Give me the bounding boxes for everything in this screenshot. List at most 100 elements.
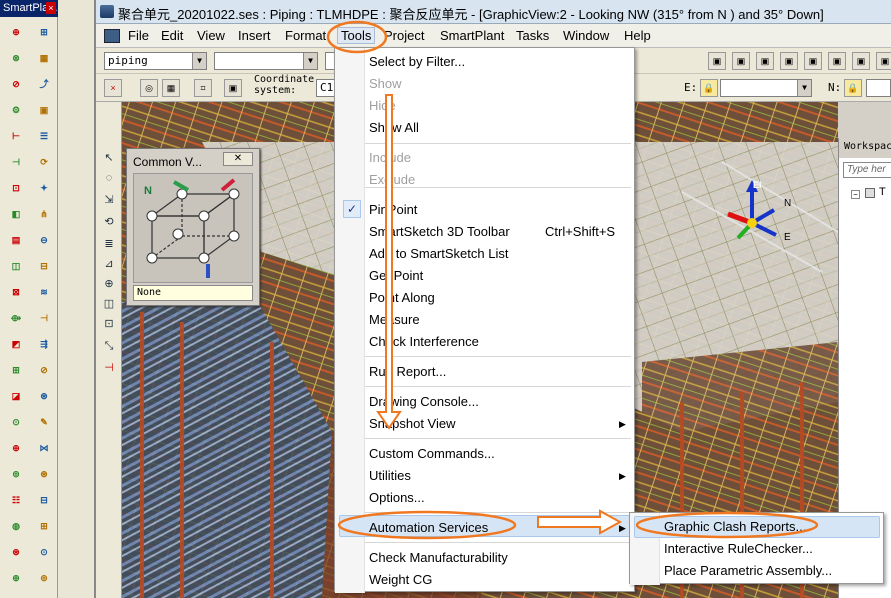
workspace-search-input[interactable]: Type her [843, 162, 891, 178]
menu-item-point-along[interactable]: Point Along [369, 290, 435, 305]
redo-icon[interactable]: ▣ [780, 52, 798, 70]
shape-tool-icon[interactable]: ◩ [4, 332, 28, 356]
support-tool-icon[interactable]: ◪ [4, 384, 28, 408]
paste-icon[interactable]: ▣ [732, 52, 750, 70]
close-icon[interactable]: ✕ [223, 152, 253, 166]
target-icon[interactable]: ◎ [140, 79, 158, 97]
menu-item-interactive-rulechecker[interactable]: Interactive RuleChecker... [664, 541, 813, 556]
ruler-icon[interactable]: ⊿ [99, 254, 119, 274]
lock-icon[interactable]: 🔒 [700, 79, 718, 97]
cross-tool-icon[interactable]: ⊠ [4, 280, 28, 304]
task-combo[interactable]: piping ▼ [104, 52, 207, 70]
lock-icon[interactable]: 🔒 [844, 79, 862, 97]
zoom-out-icon[interactable]: ▣ [852, 52, 870, 70]
menu-item-measure[interactable]: Measure [369, 312, 420, 327]
menu-item-drawing-console[interactable]: Drawing Console... [369, 394, 479, 409]
n-input[interactable] [866, 79, 891, 97]
zoom-area-icon[interactable]: ▣ [876, 52, 891, 70]
lasso-icon[interactable]: ◌ [99, 168, 119, 188]
menu-view[interactable]: View [197, 28, 225, 43]
valve2-tool-icon[interactable]: ◍ [4, 514, 28, 538]
undo-icon[interactable]: ▣ [756, 52, 774, 70]
move-icon[interactable]: ⇲ [99, 190, 119, 210]
menu-item-pinpoint[interactable]: PinPoint [369, 202, 417, 217]
gauge-tool-icon[interactable]: ⊙ [4, 410, 28, 434]
menu-item-snapshot-view[interactable]: Snapshot View [369, 416, 456, 431]
remove-tool-icon[interactable]: ⊖ [32, 228, 56, 252]
flange-tool-icon[interactable]: ⊛ [4, 540, 28, 564]
split-tool-icon[interactable]: ⤴ [32, 72, 56, 96]
zoom-icon[interactable]: ⊕ [99, 274, 119, 294]
menu-item-select-by-filter[interactable]: Select by Filter... [369, 54, 465, 69]
menu-item-place-parametric-assembly[interactable]: Place Parametric Assembly... [664, 563, 832, 578]
box-tool-icon[interactable]: ▣ [32, 98, 56, 122]
insert-tool-icon[interactable]: ⊞ [32, 20, 56, 44]
nozzle-tool-icon[interactable]: ⊕ [4, 566, 28, 590]
rotate-icon[interactable]: ⟲ [99, 212, 119, 232]
menu-format[interactable]: Format [285, 28, 326, 43]
delete-tool-icon[interactable]: ⊣ [4, 150, 28, 174]
menu-edit[interactable]: Edit [161, 28, 183, 43]
menu-item-graphic-clash-reports[interactable]: Graphic Clash Reports... [664, 519, 806, 534]
view-icon[interactable]: ⊡ [99, 314, 119, 334]
menu-item-custom-commands[interactable]: Custom Commands... [369, 446, 495, 461]
relative-icon[interactable]: ⌗ [194, 79, 212, 97]
copy-tool-icon[interactable]: ⇶ [32, 332, 56, 356]
frame-tool-icon[interactable]: ⊡ [4, 176, 28, 200]
menu-item-options[interactable]: Options... [369, 490, 425, 505]
settings-tool-icon[interactable]: ⚙ [4, 98, 28, 122]
filter-combo[interactable]: ▼ [214, 52, 318, 70]
clip-icon[interactable]: ⊣ [99, 358, 119, 378]
panel-tool-icon[interactable]: ◧ [4, 202, 28, 226]
list-tool-icon[interactable]: ☰ [32, 124, 56, 148]
view-cube[interactable]: N [133, 173, 253, 283]
connect-tool-icon[interactable]: ⊗ [4, 46, 28, 70]
select-icon[interactable]: ↖ [99, 148, 119, 168]
e-input[interactable]: ▼ [720, 79, 812, 97]
menu-item-weight-cg[interactable]: Weight CG [369, 572, 432, 587]
menu-smartplant[interactable]: SmartPlant [440, 28, 504, 43]
valve-tool-icon[interactable]: ⊚ [4, 462, 28, 486]
add-tool-icon[interactable]: ⊕ [4, 436, 28, 460]
coordinate-combo[interactable]: C1C [316, 79, 340, 97]
tree-expand-icon[interactable]: − [851, 190, 860, 199]
report-tool-icon[interactable]: ☷ [4, 488, 28, 512]
grid-tool-icon[interactable]: ⊟ [32, 254, 56, 278]
menu-item-check-interference[interactable]: Check Interference [369, 334, 479, 349]
end-tool-icon[interactable]: ⊣ [32, 306, 56, 330]
grid-icon[interactable]: ▦ [162, 79, 180, 97]
menu-item-add-to-smartsketch-list[interactable]: Add to SmartSketch List [369, 246, 508, 261]
slope-tool-icon[interactable]: ⊟ [32, 488, 56, 512]
menu-item-run-report[interactable]: Run Report... [369, 364, 446, 379]
layer-icon[interactable]: ≣ [99, 234, 119, 254]
spec-tool-icon[interactable]: ✦ [32, 176, 56, 200]
walk-icon[interactable]: ⤡ [99, 336, 119, 356]
table-tool-icon[interactable]: ▦ [32, 46, 56, 70]
place-tool-icon[interactable]: ⊞ [4, 358, 28, 382]
tree-item[interactable]: T [879, 186, 886, 198]
menu-file[interactable]: File [128, 28, 149, 43]
flow-tool-icon[interactable]: ≋ [32, 280, 56, 304]
cut-tool-icon[interactable]: ⊘ [4, 72, 28, 96]
tee-tool-icon[interactable]: ⋈ [32, 436, 56, 460]
zoom-in-icon[interactable]: ▣ [828, 52, 846, 70]
menu-item-get-point[interactable]: Get Point [369, 268, 423, 283]
menu-item-show-all[interactable]: Show All [369, 120, 419, 135]
rotate-tool-icon[interactable]: ⟳ [32, 150, 56, 174]
menu-window[interactable]: Window [563, 28, 609, 43]
reducer-tool-icon[interactable]: ⊚ [32, 566, 56, 590]
menu-item-automation-services[interactable]: Automation Services [369, 520, 488, 535]
check-tool-icon[interactable]: ⊙ [32, 540, 56, 564]
menu-item-smartsketch-3d-toolbar[interactable]: SmartSketch 3D Toolbar [369, 224, 510, 239]
menu-project[interactable]: Project [384, 28, 424, 43]
layer-tool-icon[interactable]: ▤ [4, 228, 28, 252]
route-tool-icon[interactable]: ⊕ [4, 20, 28, 44]
menu-item-check-manufacturability[interactable]: Check Manufacturability [369, 550, 508, 565]
pinpoint-icon[interactable]: × [104, 79, 122, 97]
copy-icon[interactable]: ▣ [708, 52, 726, 70]
menu-help[interactable]: Help [624, 28, 651, 43]
view-tool-icon[interactable]: ◫ [4, 254, 28, 278]
weld-tool-icon[interactable]: ⊘ [32, 358, 56, 382]
fit-icon[interactable]: ◫ [99, 294, 119, 314]
dialog-icon[interactable]: ▣ [224, 79, 242, 97]
